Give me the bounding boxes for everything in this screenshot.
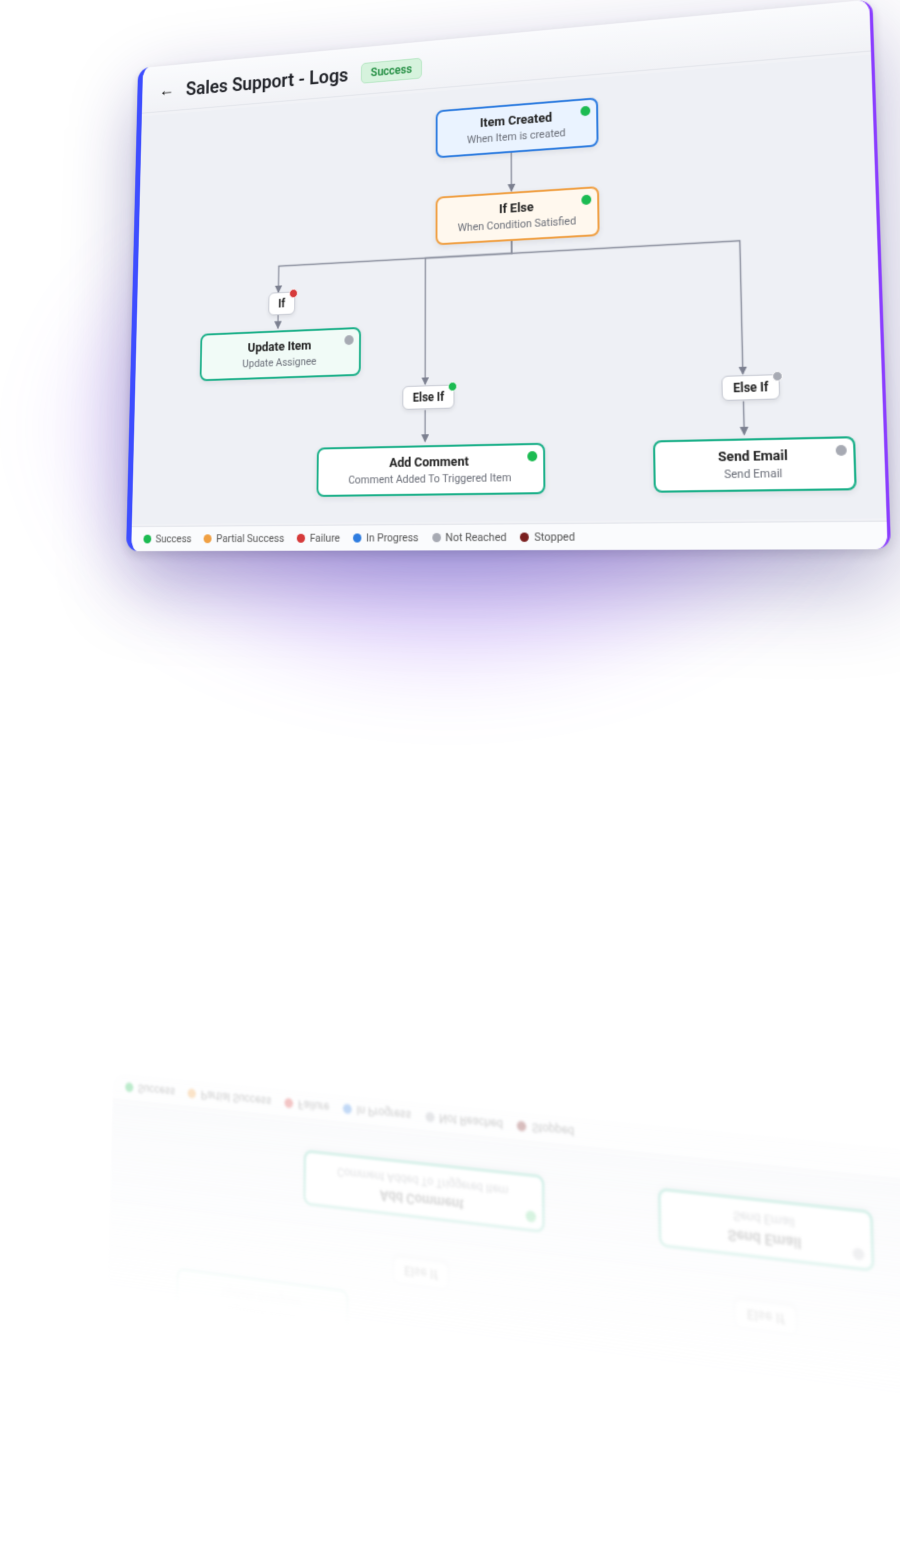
branch-elseif-2[interactable]: Else If bbox=[721, 374, 780, 401]
legend-swatch bbox=[297, 534, 305, 543]
legend-swatch bbox=[517, 1121, 526, 1132]
legend-label: In Progress bbox=[366, 531, 419, 544]
branch-label: Else If bbox=[733, 380, 769, 396]
legend-item: Success bbox=[125, 1080, 175, 1099]
legend-item: Failure bbox=[297, 532, 340, 545]
status-dot bbox=[772, 371, 783, 382]
legend-item: Failure bbox=[285, 1096, 330, 1115]
branch-elseif-1[interactable]: Else If bbox=[402, 384, 454, 409]
legend-item: Stopped bbox=[520, 530, 575, 544]
legend-swatch bbox=[432, 533, 441, 542]
node-title: Send Email bbox=[668, 447, 841, 466]
legend-label: Stopped bbox=[532, 1120, 575, 1139]
status-legend: Success Partial Success Failure In Progress… bbox=[131, 521, 887, 552]
branch-if[interactable]: If bbox=[268, 291, 295, 315]
legend-swatch bbox=[188, 1088, 196, 1098]
legend-label: Failure bbox=[310, 532, 340, 545]
legend-label: Success bbox=[138, 1081, 176, 1098]
legend-label: Success bbox=[155, 532, 191, 545]
status-dot bbox=[836, 445, 847, 456]
legend-label: In Progress bbox=[356, 1103, 411, 1123]
legend-swatch bbox=[143, 535, 151, 544]
node-subtitle: Send Email bbox=[668, 466, 841, 483]
legend-swatch bbox=[425, 1112, 434, 1123]
legend-swatch bbox=[204, 534, 212, 543]
legend-swatch bbox=[353, 533, 361, 542]
legend-label: Failure bbox=[298, 1097, 330, 1114]
status-dot bbox=[527, 451, 537, 461]
back-button[interactable]: ← bbox=[159, 82, 174, 100]
legend-label: Stopped bbox=[534, 530, 575, 544]
status-dot bbox=[344, 335, 353, 345]
legend-label: Not Reached bbox=[439, 1111, 503, 1132]
legend-item: Not Reached bbox=[432, 531, 507, 545]
legend-label: Partial Success bbox=[201, 1087, 272, 1108]
legend-label: Partial Success bbox=[216, 532, 284, 545]
page-title: Sales Support - Logs bbox=[186, 63, 349, 100]
status-dot bbox=[289, 288, 298, 298]
status-legend-reflection: Success Partial Success Failure In Progress… bbox=[112, 1073, 900, 1182]
workflow-canvas[interactable]: Item Created When Item is created If Els… bbox=[132, 55, 887, 525]
node-if-else[interactable]: If Else When Condition Satisfied bbox=[436, 186, 600, 245]
status-badge: Success bbox=[361, 58, 422, 84]
panel-reflection: ← Sales Support - Logs Success Add Comme… bbox=[99, 1073, 900, 1558]
node-send-email[interactable]: Send Email Send Email bbox=[653, 436, 857, 493]
legend-item: Success bbox=[143, 532, 191, 545]
legend-swatch bbox=[125, 1082, 133, 1092]
node-title: Add Comment bbox=[330, 453, 532, 472]
legend-label: Not Reached bbox=[445, 531, 506, 545]
node-subtitle: Update Assignee bbox=[212, 354, 348, 372]
legend-swatch bbox=[343, 1104, 352, 1115]
node-title: If Else bbox=[449, 197, 586, 220]
legend-item: Not Reached bbox=[425, 1109, 503, 1131]
legend-item: In Progress bbox=[353, 531, 419, 544]
legend-swatch bbox=[520, 533, 529, 542]
node-item-created[interactable]: Item Created When Item is created bbox=[436, 97, 599, 158]
branch-label: If bbox=[278, 297, 285, 311]
legend-item: Stopped bbox=[517, 1118, 574, 1138]
node-subtitle: Comment Added To Triggered Item bbox=[329, 471, 531, 487]
node-update-item[interactable]: Update Item Update Assignee bbox=[200, 327, 361, 381]
status-dot bbox=[580, 106, 590, 117]
app-panel: ← Sales Support - Logs Success bbox=[126, 0, 891, 551]
legend-item: In Progress bbox=[343, 1101, 411, 1122]
status-dot bbox=[581, 195, 591, 206]
legend-swatch bbox=[285, 1098, 294, 1109]
node-add-comment[interactable]: Add Comment Comment Added To Triggered I… bbox=[316, 443, 545, 497]
status-dot bbox=[448, 381, 458, 391]
branch-label: Else If bbox=[413, 390, 445, 405]
legend-item: Partial Success bbox=[204, 532, 285, 545]
legend-item: Partial Success bbox=[188, 1086, 272, 1108]
